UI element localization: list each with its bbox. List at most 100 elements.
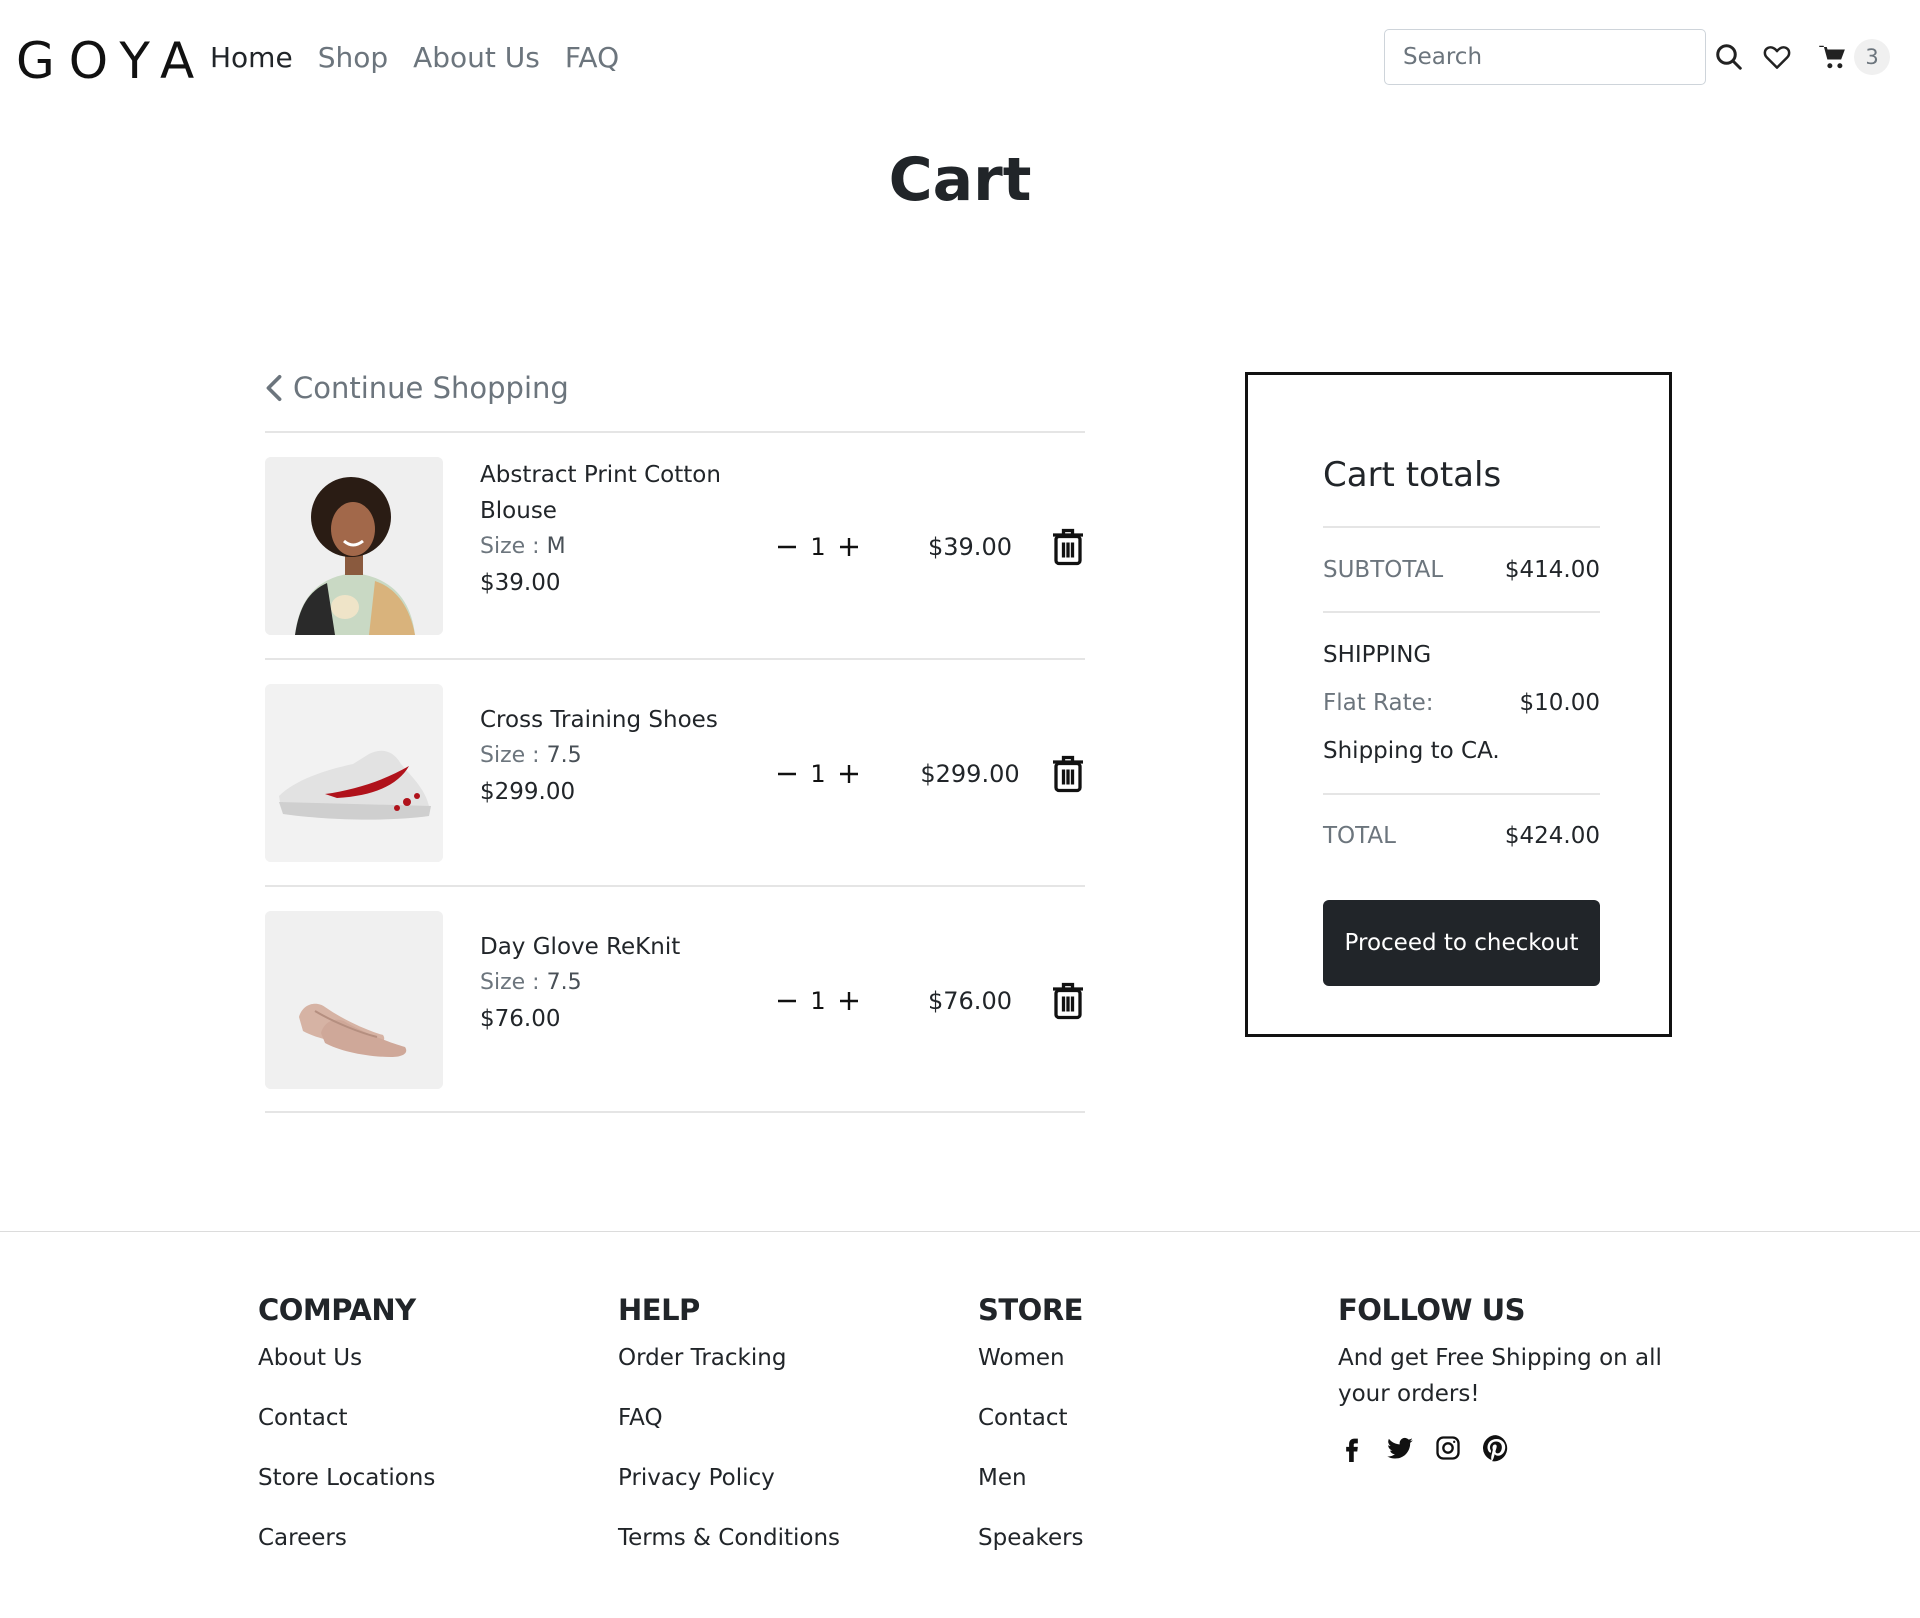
product-image[interactable] [265,457,443,635]
divider [265,885,1085,887]
pinterest-icon[interactable] [1482,1434,1510,1462]
flat-rate-label: Flat Rate: [1323,690,1434,716]
site-header: GOYA Home Shop About Us FAQ 3 [0,0,1920,118]
cart-item: Cross Training Shoes Size : 7.5 $299.00 … [265,684,1085,862]
item-line-total: $299.00 [920,760,1020,788]
continue-shopping-label: Continue Shopping [293,371,569,405]
item-info: Day Glove ReKnit Size : 7.5 $76.00 [480,911,760,1037]
subtotal-row: SUBTOTAL $414.00 [1323,552,1600,588]
heart-icon[interactable] [1762,42,1792,72]
cart-item: Abstract Print Cotton Blouse Size : M $3… [265,457,1085,635]
footer-company-title: COMPANY [258,1293,416,1327]
product-image[interactable] [265,684,443,862]
item-size: Size : M [480,529,760,565]
footer-link-contact[interactable]: Contact [258,1400,435,1436]
proceed-to-checkout-button[interactable]: Proceed to checkout [1323,900,1600,986]
item-info: Cross Training Shoes Size : 7.5 $299.00 [480,684,760,810]
footer-link-contact-store[interactable]: Contact [978,1400,1084,1436]
quantity-value: 1 [810,987,826,1015]
footer-link-speakers[interactable]: Speakers [978,1520,1084,1556]
shipping-destination: Shipping to CA. [1323,738,1500,764]
quantity-value: 1 [810,533,826,561]
quantity-stepper: 1 [775,529,861,565]
footer-follow-title: FOLLOW US [1338,1293,1526,1327]
item-name[interactable]: Abstract Print Cotton Blouse [480,457,760,529]
page-title: Cart [888,145,1032,215]
cart-totals-title: Cart totals [1323,455,1502,495]
footer-follow-text: And get Free Shipping on all your orders… [1338,1345,1662,1407]
flat-rate-value: $10.00 [1519,690,1600,716]
trash-icon[interactable] [1050,754,1086,794]
footer-link-men[interactable]: Men [978,1460,1084,1496]
plus-icon[interactable] [837,535,861,559]
item-unit-price: $299.00 [480,779,576,805]
footer-link-faq[interactable]: FAQ [618,1400,840,1436]
divider [1323,526,1600,528]
main-nav: Home Shop About Us FAQ [210,38,619,78]
nav-shop[interactable]: Shop [318,38,388,78]
footer-link-privacy-policy[interactable]: Privacy Policy [618,1460,840,1496]
item-size-value: 7.5 [546,743,582,768]
item-name[interactable]: Cross Training Shoes [480,702,760,738]
minus-icon[interactable] [775,535,799,559]
footer-link-about-us[interactable]: About Us [258,1340,435,1376]
nav-about-us[interactable]: About Us [413,38,540,78]
shipping-label: SHIPPING [1323,642,1432,668]
brand-logo[interactable]: GOYA [16,36,208,86]
minus-icon[interactable] [775,762,799,786]
plus-icon[interactable] [837,989,861,1013]
search-icon[interactable] [1714,42,1744,72]
footer-link-store-locations[interactable]: Store Locations [258,1460,435,1496]
footer-link-terms-conditions[interactable]: Terms & Conditions [618,1520,840,1556]
divider [1323,793,1600,795]
divider [265,658,1085,660]
cart-count-badge[interactable]: 3 [1854,39,1890,75]
item-info: Abstract Print Cotton Blouse Size : M $3… [480,457,760,601]
social-links [1338,1434,1668,1462]
nav-faq[interactable]: FAQ [565,38,619,78]
quantity-value: 1 [810,760,826,788]
item-size: Size : 7.5 [480,965,760,1001]
total-value: $424.00 [1504,823,1600,849]
divider [265,431,1085,433]
item-unit-price: $76.00 [480,1006,561,1032]
total-row: TOTAL $424.00 [1323,818,1600,854]
footer-store-title: STORE [978,1293,1083,1327]
item-size-label: Size : [480,970,540,995]
nav-home[interactable]: Home [210,38,293,78]
total-label: TOTAL [1323,823,1396,849]
footer-link-women[interactable]: Women [978,1340,1084,1376]
subtotal-label: SUBTOTAL [1323,557,1444,583]
item-line-total: $76.00 [928,987,1012,1015]
footer-link-careers[interactable]: Careers [258,1520,435,1556]
footer-company-column: COMPANY About Us Contact Store Locations… [258,1290,435,1580]
item-size-label: Size : [480,534,540,559]
item-unit-price: $39.00 [480,570,561,596]
footer-link-order-tracking[interactable]: Order Tracking [618,1340,840,1376]
item-size-value: M [546,534,566,559]
continue-shopping-link[interactable]: Continue Shopping [265,368,569,408]
trash-icon[interactable] [1050,527,1086,567]
plus-icon[interactable] [837,762,861,786]
item-size-value: 7.5 [546,970,582,995]
twitter-icon[interactable] [1386,1434,1414,1462]
item-name[interactable]: Day Glove ReKnit [480,929,760,965]
trash-icon[interactable] [1050,981,1086,1021]
footer-divider [0,1231,1920,1232]
subtotal-value: $414.00 [1504,557,1600,583]
quantity-stepper: 1 [775,983,861,1019]
cart-icon[interactable] [1818,42,1848,72]
footer-follow-column: FOLLOW US And get Free Shipping on all y… [1338,1290,1668,1462]
quantity-stepper: 1 [775,756,861,792]
item-line-total: $39.00 [928,533,1012,561]
facebook-icon[interactable] [1338,1434,1366,1462]
chevron-left-icon [265,374,283,402]
search-input[interactable] [1384,29,1706,85]
minus-icon[interactable] [775,989,799,1013]
item-size: Size : 7.5 [480,738,760,774]
cart-totals-panel: Cart totals SUBTOTAL $414.00 SHIPPING Fl… [1245,372,1672,1037]
product-image[interactable] [265,911,443,1089]
item-size-label: Size : [480,743,540,768]
instagram-icon[interactable] [1434,1434,1462,1462]
divider [1323,611,1600,613]
